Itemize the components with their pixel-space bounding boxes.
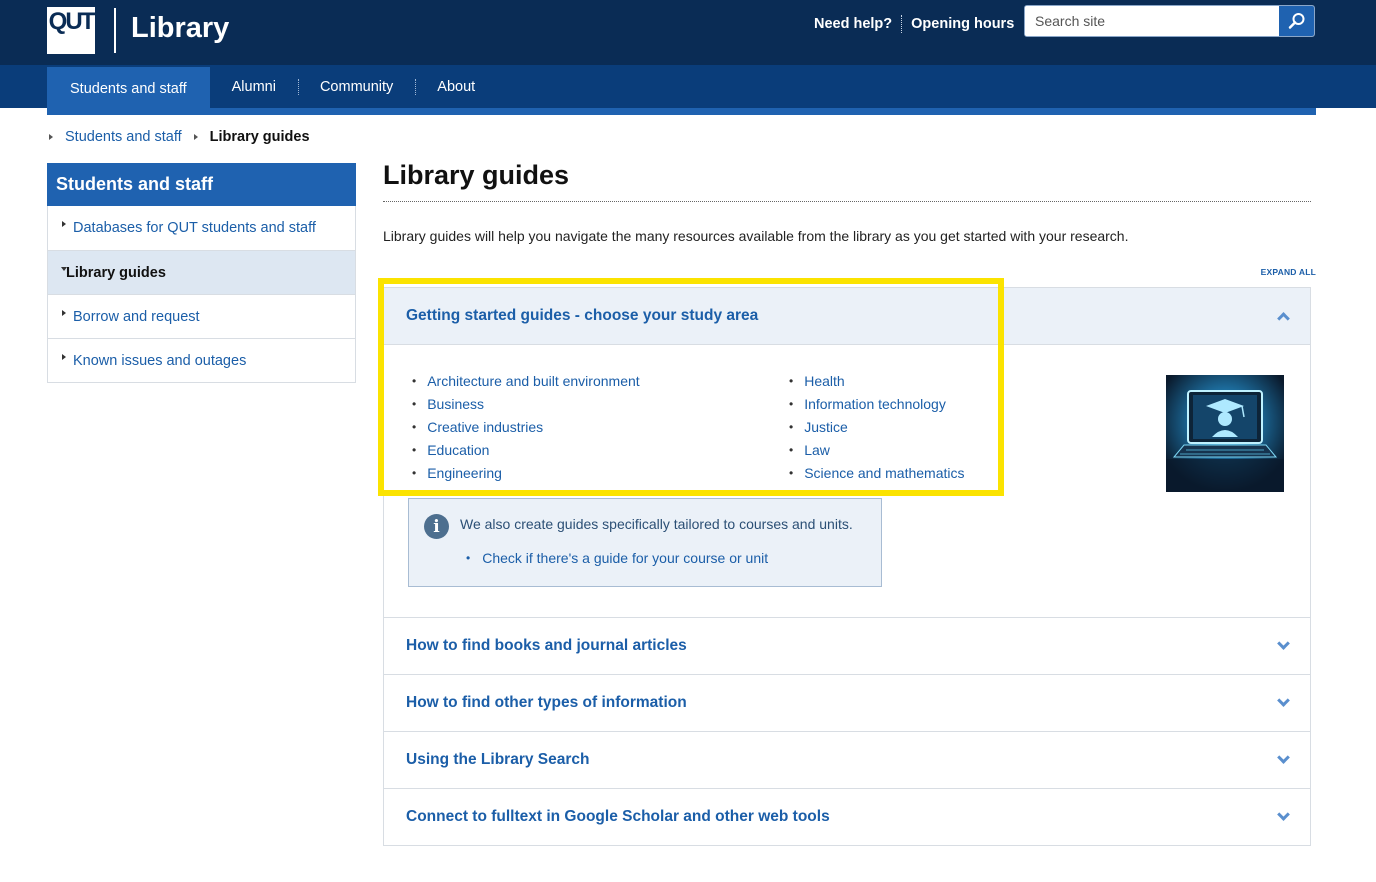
course-guide-link[interactable]: Check if there's a guide for your course…: [482, 550, 768, 566]
qut-logo[interactable]: QUT: [47, 7, 95, 54]
nav-item-about[interactable]: About: [415, 65, 497, 108]
caret-right-icon: [62, 310, 66, 316]
list-item: Business: [412, 392, 640, 415]
list-item: Check if there's a guide for your course…: [466, 550, 768, 566]
info-icon: i: [424, 514, 449, 539]
guide-link[interactable]: Law: [804, 442, 830, 458]
sidebar: Students and staff Databases for QUT stu…: [47, 163, 356, 383]
guide-link[interactable]: Business: [427, 396, 484, 412]
list-item: Science and mathematics: [789, 461, 964, 484]
accordion-section-google-scholar: Connect to fulltext in Google Scholar an…: [384, 788, 1310, 845]
nav-item-alumni[interactable]: Alumni: [210, 65, 298, 108]
intro-text: Library guides will help you navigate th…: [383, 228, 1129, 244]
breadcrumb: Students and staff Library guides: [47, 129, 310, 145]
accordion-section-books-journals: How to find books and journal articles: [384, 617, 1310, 674]
guide-link[interactable]: Health: [804, 373, 844, 389]
sidebar-item-databases[interactable]: Databases for QUT students and staff: [48, 206, 355, 250]
caret-right-icon: [62, 354, 66, 360]
list-item: Justice: [789, 415, 965, 438]
chevron-down-icon: [1277, 808, 1290, 821]
need-help-link[interactable]: Need help?: [814, 16, 892, 32]
guide-link[interactable]: Architecture and built environment: [427, 373, 639, 389]
guide-link[interactable]: Engineering: [427, 465, 502, 481]
list-item: Health: [789, 369, 965, 392]
chevron-down-icon: [1277, 637, 1290, 650]
list-item: Engineering: [412, 461, 640, 484]
opening-hours-link[interactable]: Opening hours: [911, 16, 1014, 32]
guides-accordion: Getting started guides - choose your stu…: [383, 287, 1311, 846]
main-nav: Students and staff Alumni Community Abou…: [0, 65, 1376, 110]
accordion-title: Connect to fulltext in Google Scholar an…: [406, 808, 830, 825]
sidebar-item-label[interactable]: Databases for QUT students and staff: [73, 220, 316, 236]
site-title[interactable]: Library: [131, 12, 229, 45]
utility-separator: [901, 15, 903, 33]
list-item: Architecture and built environment: [412, 369, 639, 392]
accordion-header[interactable]: Connect to fulltext in Google Scholar an…: [384, 789, 1310, 845]
sidebar-item-library-guides[interactable]: Library guides: [48, 250, 355, 294]
accordion-section-other-information: How to find other types of information: [384, 674, 1310, 731]
guide-list-left: Architecture and built environment Busin…: [412, 369, 640, 484]
breadcrumb-arrow-icon: [49, 134, 53, 140]
chevron-up-icon: [1277, 312, 1290, 325]
accordion-title: How to find books and journal articles: [406, 637, 687, 654]
sidebar-item-borrow-and-request[interactable]: Borrow and request: [48, 294, 355, 338]
sidebar-item-label[interactable]: Borrow and request: [73, 309, 200, 325]
guide-link[interactable]: Education: [427, 442, 489, 458]
sidebar-heading[interactable]: Students and staff: [47, 163, 356, 206]
logo-divider: [114, 8, 116, 53]
chevron-down-icon: [1277, 694, 1290, 707]
list-item: Education: [412, 438, 640, 461]
search-icon: [1288, 13, 1304, 29]
list-item: Information technology: [789, 392, 965, 415]
caret-right-icon: [62, 221, 66, 227]
sidebar-list: Databases for QUT students and staff Lib…: [47, 206, 356, 383]
main-nav-items: Students and staff Alumni Community Abou…: [47, 65, 497, 110]
accordion-header[interactable]: Using the Library Search: [384, 732, 1310, 788]
accordion-body: Architecture and built environment Busin…: [384, 345, 1310, 617]
search-input[interactable]: [1025, 6, 1280, 36]
breadcrumb-arrow-icon: [193, 134, 198, 140]
list-item: Law: [789, 438, 965, 461]
nav-item-community[interactable]: Community: [297, 65, 415, 108]
guide-link[interactable]: Creative industries: [427, 419, 543, 435]
accordion-header[interactable]: How to find other types of information: [384, 675, 1310, 731]
nav-item-students-and-staff[interactable]: Students and staff: [47, 67, 210, 110]
accordion-title: How to find other types of information: [406, 694, 687, 711]
caret-down-icon: [61, 267, 67, 271]
sidebar-item-label: Library guides: [66, 264, 166, 281]
nav-accent-strip: [47, 108, 1316, 115]
breadcrumb-current: Library guides: [209, 129, 310, 145]
chevron-down-icon: [1277, 751, 1290, 764]
accordion-header[interactable]: How to find books and journal articles: [384, 618, 1310, 674]
page-title: Library guides: [383, 160, 570, 190]
accordion-title: Using the Library Search: [406, 751, 590, 768]
expand-all-link[interactable]: EXPAND ALL: [1261, 267, 1316, 277]
accordion-title: Getting started guides - choose your stu…: [406, 307, 759, 324]
graduate-laptop-image: [1166, 375, 1284, 492]
course-guides-info-box: i We also create guides specifically tai…: [408, 498, 882, 587]
search-button[interactable]: [1279, 6, 1314, 36]
accordion-section-library-search: Using the Library Search: [384, 731, 1310, 788]
sidebar-item-known-issues[interactable]: Known issues and outages: [48, 338, 355, 382]
utility-links: Need help? Opening hours: [814, 15, 1014, 33]
info-text: We also create guides specifically tailo…: [460, 516, 853, 532]
sidebar-item-label[interactable]: Known issues and outages: [73, 353, 246, 369]
search-box: [1024, 5, 1315, 37]
list-item: Creative industries: [412, 415, 640, 438]
accordion-header[interactable]: Getting started guides - choose your stu…: [384, 288, 1310, 345]
guide-link[interactable]: Information technology: [804, 396, 946, 412]
graduate-laptop-illustration: [1166, 375, 1284, 492]
guide-list-right: Health Information technology Justice La…: [789, 369, 965, 484]
breadcrumb-link-students-and-staff[interactable]: Students and staff: [65, 129, 182, 145]
title-divider: [383, 201, 1311, 202]
guide-link[interactable]: Science and mathematics: [804, 465, 964, 481]
accordion-section-getting-started: Getting started guides - choose your stu…: [384, 288, 1310, 617]
guide-link[interactable]: Justice: [804, 419, 848, 435]
logo-text: QUT: [48, 8, 96, 35]
site-header: QUT Library Need help? Opening hours: [0, 0, 1376, 65]
